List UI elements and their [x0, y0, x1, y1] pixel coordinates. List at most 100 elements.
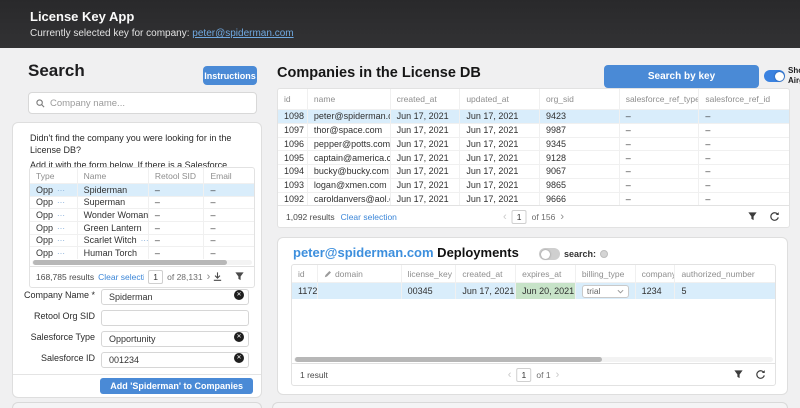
add-company-button[interactable]: Add 'Spiderman' to Companies: [100, 378, 253, 394]
intro-line1: Didn't find the company you were looking…: [30, 133, 248, 156]
search-icon: [36, 99, 45, 108]
form-footer: Add 'Spiderman' to Companies: [13, 374, 261, 397]
table-header-row: id name created_at updated_at org_sid sa…: [278, 89, 789, 109]
page-number-input[interactable]: 1: [148, 270, 163, 284]
refresh-icon[interactable]: [767, 211, 781, 223]
column-header-expires-at[interactable]: expires_at: [516, 265, 576, 282]
page-number-input[interactable]: 1: [512, 210, 527, 224]
column-header-type[interactable]: Type: [30, 168, 78, 183]
column-header-salesforce-ref-type[interactable]: salesforce_ref_type: [620, 89, 700, 109]
table-row[interactable]: Opp Human Torch – –: [30, 246, 254, 259]
column-header-id[interactable]: id: [278, 89, 308, 109]
billing-type-select[interactable]: trial: [582, 285, 629, 298]
column-header-org-sid[interactable]: org_sid: [540, 89, 620, 109]
filter-icon[interactable]: [731, 369, 745, 381]
next-page-button[interactable]: ›: [556, 370, 560, 380]
download-icon[interactable]: [210, 271, 224, 283]
clear-field-icon[interactable]: ✕: [234, 332, 244, 342]
column-header-created-at[interactable]: created_at: [456, 265, 516, 282]
company-name-label: Company Name *: [13, 290, 101, 300]
add-company-form: Company Name * ✕ Retool Org SID Salesfor…: [13, 287, 261, 371]
column-header-license-key[interactable]: license_key: [402, 265, 457, 282]
table-row[interactable]: 1098 peter@spiderman.co Jun 17, 2021 Jun…: [278, 109, 789, 123]
column-header-salesforce-ref-id[interactable]: salesforce_ref_id: [699, 89, 789, 109]
truncation-ellipsis: [53, 197, 65, 207]
retool-org-sid-field[interactable]: [101, 310, 249, 326]
column-header-created-at[interactable]: created_at: [391, 89, 461, 109]
form-row: Retool Org SID: [13, 308, 261, 324]
toggle-knob: [541, 250, 550, 259]
table-row[interactable]: 1094 bucky@bucky.com Jun 17, 2021 Jun 17…: [278, 164, 789, 178]
company-name-field[interactable]: [101, 289, 249, 305]
search-by-key-button[interactable]: Search by key: [604, 65, 759, 88]
page-count-label: of 1: [536, 370, 550, 380]
search-input[interactable]: [50, 98, 249, 109]
clear-selection-link[interactable]: Clear selection: [341, 212, 397, 222]
clear-field-icon[interactable]: ✕: [234, 353, 244, 363]
next-card-sliver: [272, 402, 788, 408]
table-row[interactable]: Opp Spiderman – –: [30, 183, 254, 196]
filter-icon[interactable]: [232, 271, 246, 283]
selected-company-link[interactable]: peter@spiderman.com: [192, 28, 293, 39]
results-count: 1,092 results: [286, 212, 335, 222]
deployments-container: peter@spiderman.com Deployments search: …: [277, 237, 788, 395]
table-footer: 168,785 results Clear selection 1 of 28,…: [30, 266, 254, 287]
domain-cell[interactable]: [318, 283, 402, 299]
table-row[interactable]: 1092 caroldanvers@aol.com Jun 17, 2021 J…: [278, 192, 789, 206]
column-header-id[interactable]: id: [292, 265, 318, 282]
table-row[interactable]: 1172 00345 Jun 17, 2021 Jun 20, 2021 tri…: [292, 282, 775, 299]
app-title: License Key App: [30, 9, 134, 24]
instructions-button[interactable]: Instructions: [203, 66, 257, 85]
results-count: 1 result: [300, 370, 328, 380]
form-row: Company Name * ✕: [13, 287, 261, 303]
deployments-company-name[interactable]: peter@spiderman.com: [293, 245, 434, 260]
truncation-ellipsis: [53, 248, 65, 258]
salesforce-type-field[interactable]: [101, 331, 249, 347]
search-toggle[interactable]: [539, 248, 560, 260]
deployments-table: id domain license_key created_at expires…: [291, 264, 776, 386]
truncation-ellipsis: [53, 235, 65, 245]
horizontal-scrollbar[interactable]: [32, 260, 252, 265]
prev-page-button[interactable]: ‹: [508, 370, 512, 380]
clear-selection-link[interactable]: Clear selection: [98, 272, 144, 282]
table-row[interactable]: Opp Wonder Woman – –: [30, 208, 254, 221]
chevron-down-icon: [617, 289, 624, 294]
refresh-icon[interactable]: [753, 369, 767, 381]
next-page-button[interactable]: ›: [560, 212, 564, 222]
column-header-billing-type[interactable]: billing_type: [576, 265, 636, 282]
companies-table: id name created_at updated_at org_sid sa…: [277, 88, 790, 228]
toggle-knob: [775, 72, 784, 81]
column-header-retool-sid[interactable]: Retool SID: [149, 168, 205, 183]
table-row[interactable]: 1095 captain@america.com Jun 17, 2021 Ju…: [278, 150, 789, 164]
column-header-authorized-number[interactable]: authorized_number: [675, 265, 775, 282]
column-header-name[interactable]: name: [308, 89, 391, 109]
page-number-input[interactable]: 1: [516, 368, 531, 382]
filter-icon[interactable]: [745, 211, 759, 223]
table-row[interactable]: 1093 logan@xmen.com Jun 17, 2021 Jun 17,…: [278, 178, 789, 192]
table-row[interactable]: Opp Scarlet Witch – –: [30, 234, 254, 247]
clear-field-icon[interactable]: ✕: [234, 290, 244, 300]
table-row[interactable]: Opp Superman – –: [30, 196, 254, 209]
prev-page-button[interactable]: ‹: [503, 212, 507, 222]
column-header-domain[interactable]: domain: [318, 265, 402, 282]
search-toggle-label: search:: [564, 249, 596, 259]
column-header-email[interactable]: Email: [204, 168, 254, 183]
truncation-ellipsis: [137, 235, 149, 245]
page-count-label: of 28,131: [167, 272, 202, 282]
column-header-company-id[interactable]: company_id: [636, 265, 676, 282]
horizontal-scrollbar[interactable]: [294, 357, 773, 362]
company-search-field[interactable]: [28, 92, 257, 114]
table-header-row: id domain license_key created_at expires…: [292, 265, 775, 282]
column-header-name[interactable]: Name: [78, 168, 149, 183]
table-row[interactable]: 1096 pepper@potts.com Jun 17, 2021 Jun 1…: [278, 137, 789, 151]
show-airgapped-toggle[interactable]: [764, 70, 785, 82]
truncation-ellipsis: [53, 185, 65, 195]
app-header: License Key App Currently selected key f…: [0, 0, 800, 48]
table-row[interactable]: 1097 thor@space.com Jun 17, 2021 Jun 17,…: [278, 123, 789, 137]
page-count-label: of 156: [532, 212, 556, 222]
table-row[interactable]: Opp Green Lantern – –: [30, 221, 254, 234]
status-indicator-dot: [600, 250, 608, 258]
salesforce-id-field[interactable]: [101, 352, 249, 368]
selected-key-subtitle: Currently selected key for company: pete…: [30, 28, 294, 39]
column-header-updated-at[interactable]: updated_at: [460, 89, 540, 109]
